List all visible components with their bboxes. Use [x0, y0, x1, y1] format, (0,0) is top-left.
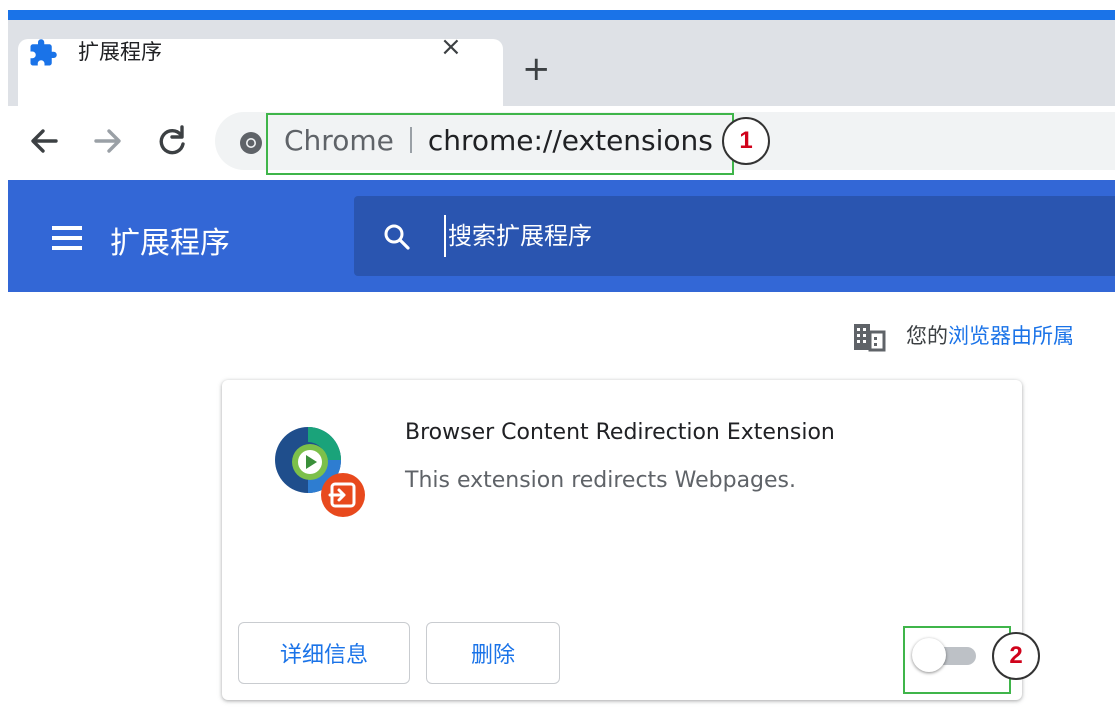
managed-notice-prefix: 您的: [906, 324, 948, 348]
search-input[interactable]: [444, 215, 1090, 257]
tab-strip: [8, 20, 1115, 106]
back-arrow-icon[interactable]: [24, 120, 64, 162]
callout-1: 1: [722, 117, 770, 165]
window-accent-bar: [8, 10, 1115, 20]
menu-icon[interactable]: [52, 226, 82, 250]
callout-2: 2: [992, 632, 1040, 680]
tab-close-icon[interactable]: ×: [440, 34, 462, 60]
tab-title: 扩展程序: [78, 40, 162, 64]
extension-description: This extension redirects Webpages.: [405, 468, 797, 493]
reload-icon[interactable]: [152, 120, 192, 162]
remove-button[interactable]: 删除: [426, 622, 560, 684]
window-top-edge: [0, 0, 1115, 10]
puzzle-icon: [30, 39, 57, 66]
building-icon: [854, 324, 886, 352]
new-tab-button[interactable]: +: [522, 52, 551, 86]
details-button[interactable]: 详细信息: [238, 622, 410, 684]
managed-notice-link[interactable]: 浏览器由所属: [948, 324, 1074, 348]
highlight-box-1: [266, 113, 734, 175]
forward-arrow-icon[interactable]: [88, 120, 128, 162]
extension-logo-icon: [275, 427, 365, 517]
managed-notice: 您的浏览器由所属: [906, 320, 1074, 350]
extension-name: Browser Content Redirection Extension: [405, 420, 835, 445]
chrome-icon: [240, 132, 262, 154]
page-title: 扩展程序: [110, 226, 230, 261]
search-icon: [384, 224, 410, 250]
